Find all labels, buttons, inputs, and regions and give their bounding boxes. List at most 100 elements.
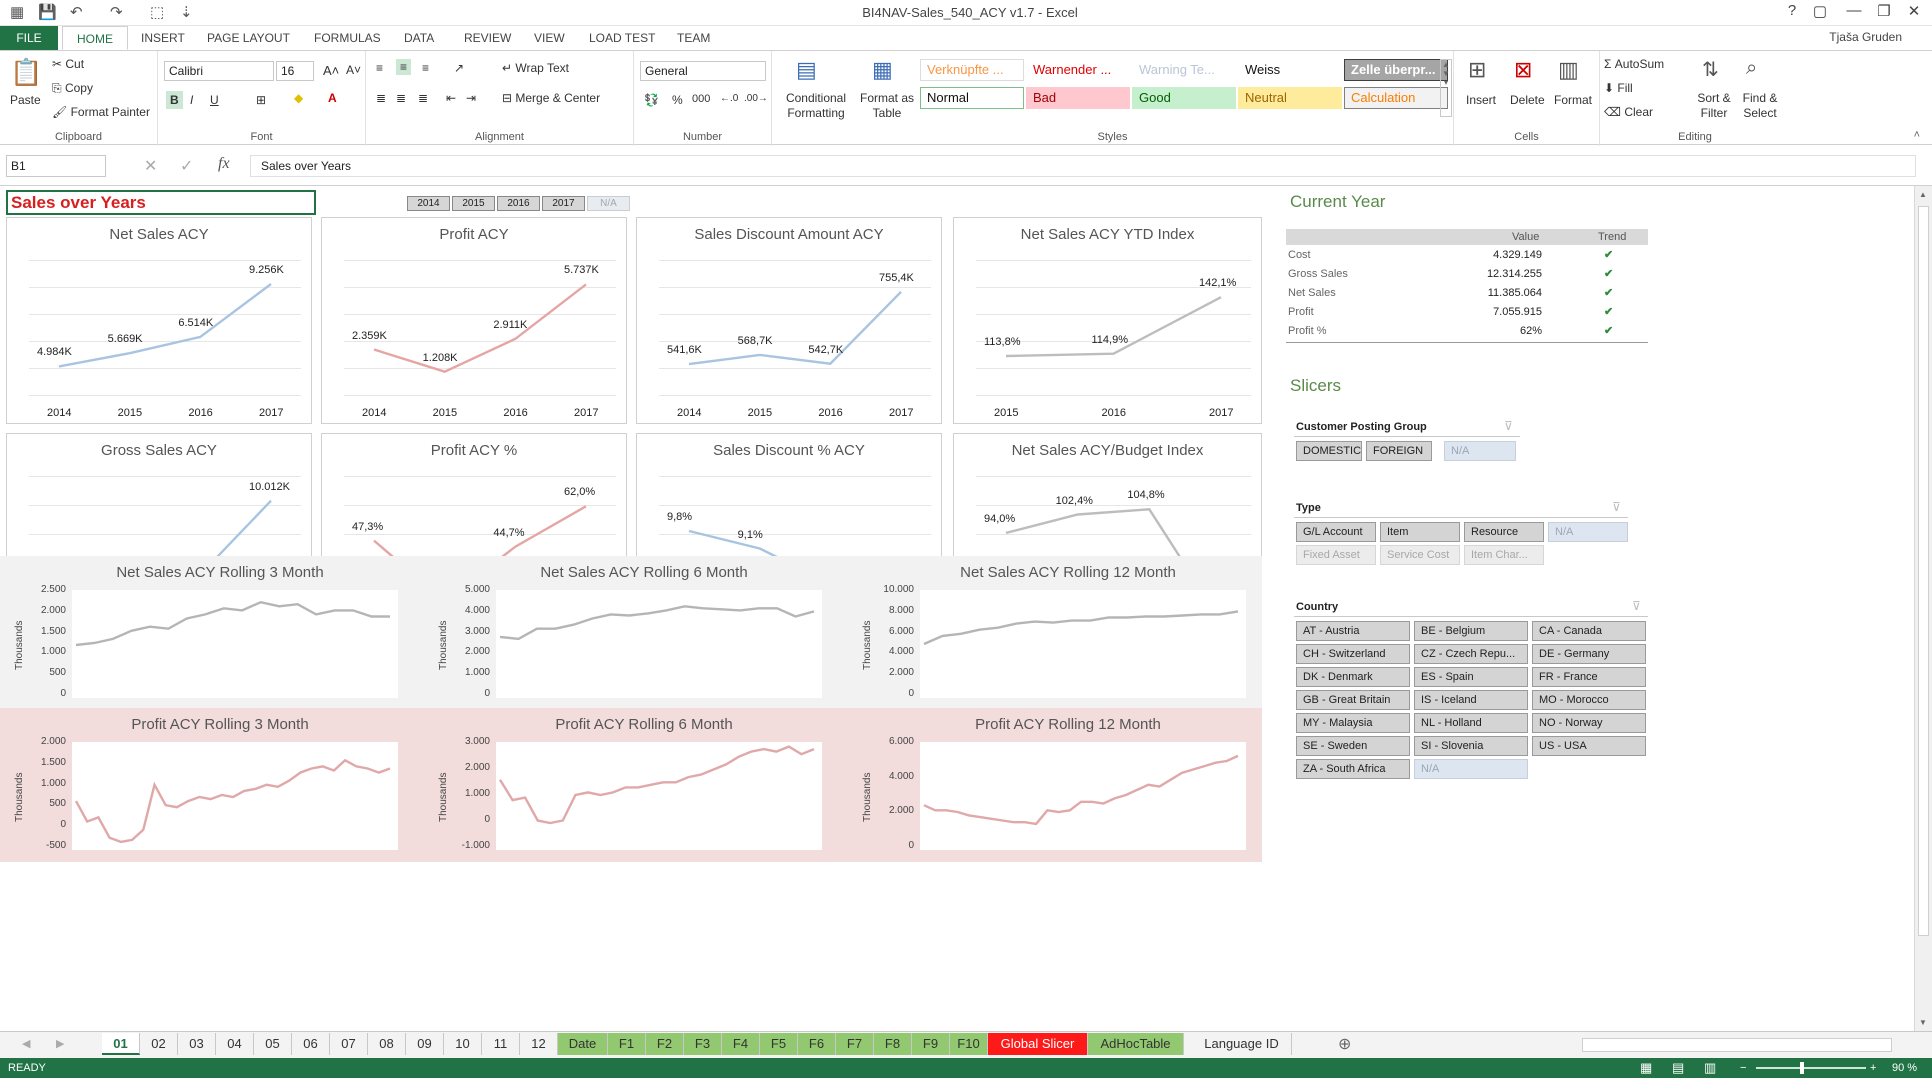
sheet-tab[interactable]: F10 — [950, 1033, 988, 1055]
sheet-tab[interactable]: F1 — [608, 1033, 646, 1055]
zoom-in-icon[interactable]: + — [1870, 1058, 1876, 1078]
shrink-font-icon[interactable]: A˅ — [346, 63, 361, 77]
sheet-tab[interactable]: F3 — [684, 1033, 722, 1055]
insert-cells-icon[interactable]: ⊞ — [1468, 57, 1486, 83]
slicer-item-country[interactable]: MO - Morocco — [1532, 690, 1646, 710]
format-as-table-button[interactable]: Format as Table — [856, 91, 918, 121]
zoom-out-icon[interactable]: − — [1740, 1058, 1746, 1078]
scroll-down-icon[interactable]: ▼ — [1919, 1018, 1927, 1027]
zoom-slider[interactable] — [1756, 1067, 1866, 1069]
insert-function-button[interactable]: fx — [218, 155, 230, 173]
clear-filter-icon[interactable]: ⊽ — [1504, 419, 1513, 433]
sheet-tab[interactable]: F5 — [760, 1033, 798, 1055]
decrease-indent-icon[interactable]: ⇤ — [446, 91, 456, 105]
slicer-item-country[interactable]: N/A — [1414, 759, 1528, 779]
slicer-item-type[interactable]: Item — [1380, 522, 1460, 542]
align-right-icon[interactable]: ≣ — [418, 91, 428, 105]
customize-icon[interactable]: ⇣ — [180, 3, 193, 21]
cell-style-7[interactable]: Good — [1132, 87, 1236, 109]
find-select-icon[interactable]: ⌕ — [1746, 57, 1757, 80]
year-button-0[interactable]: 2014 — [407, 196, 450, 211]
format-as-table-icon[interactable]: ▦ — [872, 57, 893, 83]
number-format-select[interactable]: General — [640, 61, 766, 81]
cell-style-5[interactable]: Normal — [920, 87, 1024, 109]
slicer-item-country[interactable]: NL - Holland — [1414, 713, 1528, 733]
increase-indent-icon[interactable]: ⇥ — [466, 91, 476, 105]
minimize-icon[interactable]: — — [1842, 2, 1866, 19]
slicer-item-cpg[interactable]: DOMESTIC — [1296, 441, 1362, 461]
vertical-scrollbar[interactable]: ▲ ▼ — [1914, 186, 1932, 1031]
align-left-icon[interactable]: ≣ — [376, 91, 386, 105]
sheet-tab[interactable]: F8 — [874, 1033, 912, 1055]
tab-page-layout[interactable]: PAGE LAYOUT — [198, 26, 299, 50]
year-button-3[interactable]: 2017 — [542, 196, 585, 211]
cell-style-2[interactable]: Warning Te... — [1132, 59, 1236, 81]
copy-button[interactable]: ⎘ Copy — [52, 81, 93, 96]
undo-icon[interactable]: ↶ — [70, 3, 83, 21]
slicer-item-type[interactable]: Service Cost — [1380, 545, 1460, 565]
fill-color-icon[interactable]: ◆ — [294, 91, 303, 105]
tab-insert[interactable]: INSERT — [132, 26, 194, 50]
year-button-1[interactable]: 2015 — [452, 196, 495, 211]
sheet-title-cell[interactable]: Sales over Years — [6, 190, 316, 215]
cell-style-6[interactable]: Bad — [1026, 87, 1130, 109]
slicer-item-country[interactable]: IS - Iceland — [1414, 690, 1528, 710]
sort-filter-button[interactable]: Sort & Filter — [1692, 91, 1736, 121]
decrease-decimal-icon[interactable]: .00→ — [744, 93, 768, 104]
sheet-tab[interactable]: 09 — [406, 1033, 444, 1055]
styles-scroll-icon[interactable]: ▲ ▼ ▾ — [1440, 59, 1452, 117]
ribbon-display-icon[interactable]: ▢ — [1808, 2, 1832, 20]
conditional-formatting-icon[interactable]: ▤ — [796, 57, 817, 83]
bold-button[interactable]: B — [166, 91, 183, 109]
sheet-tab[interactable]: 10 — [444, 1033, 482, 1055]
page-layout-view-icon[interactable]: ▤ — [1672, 1058, 1684, 1078]
sheet-tab[interactable]: Global Slicer — [988, 1033, 1088, 1055]
page-break-view-icon[interactable]: ▥ — [1704, 1058, 1716, 1078]
wrap-text-button[interactable]: ↵ Wrap Text — [502, 61, 569, 75]
sheet-tab[interactable]: 05 — [254, 1033, 292, 1055]
zoom-level[interactable]: 90 % — [1892, 1058, 1917, 1078]
cell-style-3[interactable]: Weiss — [1238, 59, 1342, 81]
name-box[interactable]: B1 — [6, 155, 106, 177]
slicer-item-country[interactable]: US - USA — [1532, 736, 1646, 756]
slicer-item-type[interactable]: G/L Account — [1296, 522, 1376, 542]
borders-icon[interactable]: ⊞ — [256, 93, 266, 107]
fill-button[interactable]: ⬇ Fill — [1604, 81, 1633, 95]
clear-filter-icon[interactable]: ⊽ — [1632, 599, 1641, 613]
tab-team[interactable]: TEAM — [668, 26, 719, 50]
italic-button[interactable]: I — [190, 93, 193, 107]
restore-icon[interactable]: ❐ — [1872, 2, 1896, 20]
align-top-icon[interactable]: ≡ — [376, 61, 383, 75]
new-sheet-icon[interactable]: ⊕ — [1338, 1034, 1351, 1054]
autosum-button[interactable]: Σ AutoSum — [1604, 57, 1664, 71]
sheet-tab[interactable]: F6 — [798, 1033, 836, 1055]
tab-formulas[interactable]: FORMULAS — [305, 26, 390, 50]
formula-input[interactable]: Sales over Years — [250, 155, 1916, 177]
normal-view-icon[interactable]: ▦ — [1640, 1058, 1652, 1078]
conditional-formatting-button[interactable]: Conditional Formatting — [778, 91, 854, 121]
close-icon[interactable]: ✕ — [1902, 2, 1926, 20]
year-button-2[interactable]: 2016 — [497, 196, 540, 211]
file-tab[interactable]: FILE — [0, 26, 58, 50]
cell-style-9[interactable]: Calculation — [1344, 87, 1448, 109]
sheet-tab[interactable]: 04 — [216, 1033, 254, 1055]
sheet-tab[interactable]: F2 — [646, 1033, 684, 1055]
slicer-item-country[interactable]: ZA - South Africa — [1296, 759, 1410, 779]
slicer-item-type[interactable]: Item Char... — [1464, 545, 1544, 565]
align-middle-icon[interactable]: ≡ — [396, 59, 412, 75]
paste-icon[interactable]: 📋 — [10, 57, 42, 88]
enter-icon[interactable]: ✓ — [180, 156, 193, 176]
tab-load-test[interactable]: LOAD TEST — [580, 26, 664, 50]
font-size-select[interactable]: 16 — [276, 61, 314, 81]
cell-style-1[interactable]: Warnender ... — [1026, 59, 1130, 81]
slicer-item-country[interactable]: CH - Switzerland — [1296, 644, 1410, 664]
cell-style-0[interactable]: Verknüpfte ... — [920, 59, 1024, 81]
sheet-tab[interactable]: 02 — [140, 1033, 178, 1055]
zoom-slider-thumb[interactable] — [1800, 1062, 1804, 1074]
orientation-icon[interactable]: ↗ — [454, 61, 464, 75]
slicer-item-country[interactable]: NO - Norway — [1532, 713, 1646, 733]
find-select-button[interactable]: Find & Select — [1736, 91, 1784, 121]
format-painter-button[interactable]: 🖌 Format Painter — [52, 105, 150, 119]
accounting-format-icon[interactable]: 💱 — [644, 93, 659, 107]
sheet-tab[interactable]: 11 — [482, 1033, 520, 1055]
